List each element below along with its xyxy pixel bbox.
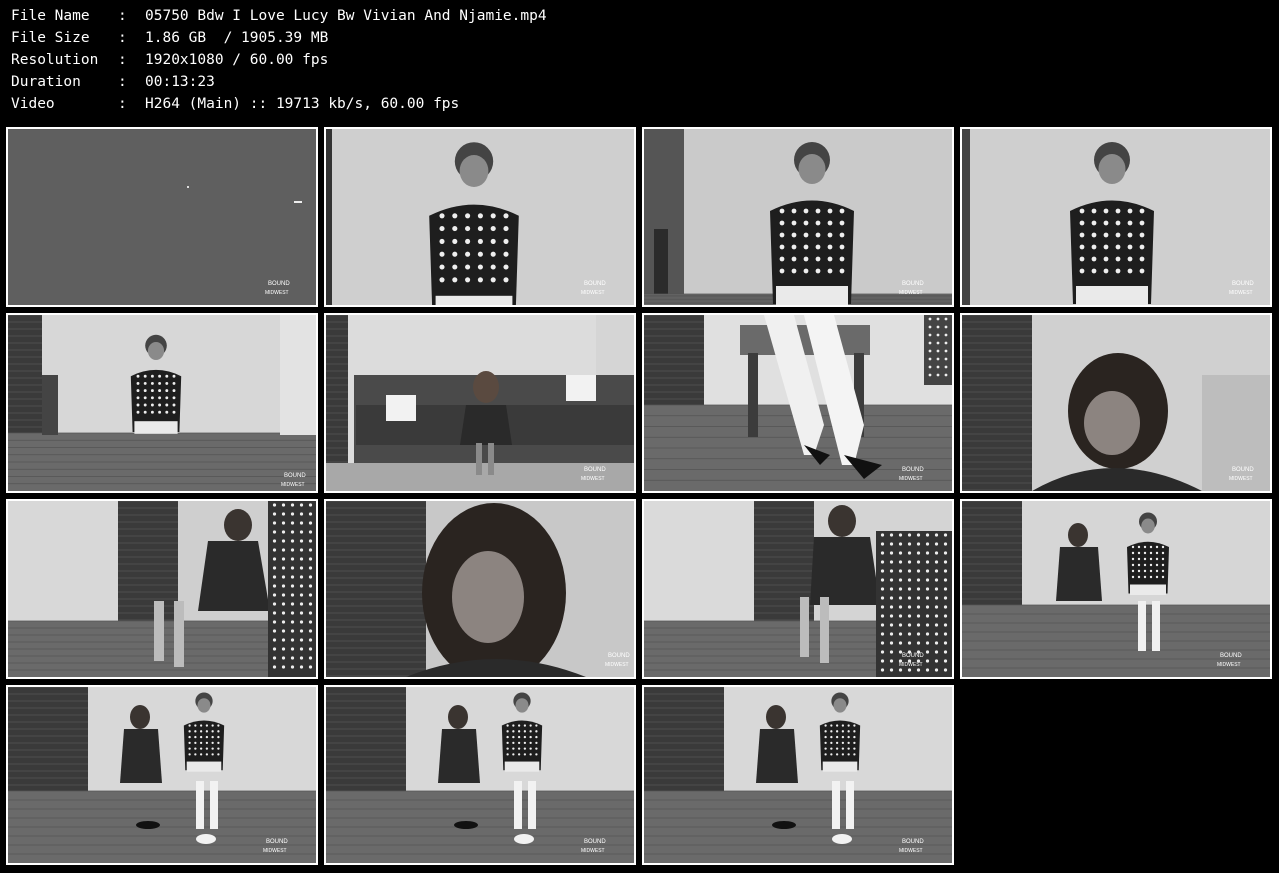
video-thumbnail: BOUND MIDWEST xyxy=(324,685,636,865)
thumbnail-frame-image: BOUND MIDWEST xyxy=(326,129,634,305)
svg-text:MIDWEST: MIDWEST xyxy=(281,482,305,488)
svg-text:MIDWEST: MIDWEST xyxy=(899,476,923,482)
svg-text:MIDWEST: MIDWEST xyxy=(899,290,923,296)
svg-text:BOUND: BOUND xyxy=(608,653,630,659)
svg-text:MIDWEST: MIDWEST xyxy=(899,848,923,854)
thumbnail-frame-image: BOUND MIDWEST xyxy=(644,687,952,863)
svg-text:BOUND: BOUND xyxy=(902,281,924,287)
video-thumbnail: BOUND MIDWEST xyxy=(6,313,318,493)
svg-text:BOUND: BOUND xyxy=(1232,467,1254,473)
video-thumbnail: BOUND MIDWEST xyxy=(642,313,954,493)
svg-text:BOUND: BOUND xyxy=(1232,281,1254,287)
info-row-file-size: File Size : 1.86 GB / 1905.39 MB xyxy=(11,27,547,49)
thumbnail-frame-image: BOUND MIDWEST xyxy=(962,501,1270,677)
video-thumbnail: BOUND MIDWEST xyxy=(960,499,1272,679)
svg-text:MIDWEST: MIDWEST xyxy=(581,290,605,296)
svg-text:MIDWEST: MIDWEST xyxy=(1217,662,1241,668)
svg-text:BOUND: BOUND xyxy=(1220,653,1242,659)
info-separator: : xyxy=(118,8,127,24)
thumbnail-frame-image: BOUND MIDWEST xyxy=(8,129,316,305)
svg-text:BOUND: BOUND xyxy=(902,839,924,845)
video-thumbnail: BOUND MIDWEST xyxy=(324,127,636,307)
info-label: File Name xyxy=(11,8,90,24)
svg-text:BOUND: BOUND xyxy=(584,839,606,845)
thumbnail-frame-image: BOUND MIDWEST xyxy=(8,687,316,863)
thumbnail-frame-image: BOUND MIDWEST xyxy=(326,687,634,863)
info-row-video: Video : H264 (Main) :: 19713 kb/s, 60.00… xyxy=(11,93,547,115)
info-label: Duration xyxy=(11,74,81,90)
info-row-resolution: Resolution : 1920x1080 / 60.00 fps xyxy=(11,49,547,71)
svg-text:BOUND: BOUND xyxy=(902,653,924,659)
svg-text:BOUND: BOUND xyxy=(266,839,288,845)
thumbnail-frame-image: BOUND MIDWEST xyxy=(962,315,1270,491)
svg-text:MIDWEST: MIDWEST xyxy=(605,662,629,668)
svg-text:BOUND: BOUND xyxy=(902,467,924,473)
info-value: 1920x1080 / 60.00 fps xyxy=(145,52,329,68)
thumbnail-frame-image: BOUND MIDWEST xyxy=(962,129,1270,305)
video-thumbnail: BOUND MIDWEST xyxy=(6,127,318,307)
svg-text:BOUND: BOUND xyxy=(268,281,290,287)
svg-text:MIDWEST: MIDWEST xyxy=(1229,290,1253,296)
media-info-panel: File Name : 05750 Bdw I Love Lucy Bw Viv… xyxy=(11,5,547,115)
thumbnail-grid: BOUND MIDWEST BOUND MIDWEST BOUND MIDWEST B… xyxy=(4,125,1277,869)
info-row-duration: Duration : 00:13:23 xyxy=(11,71,547,93)
contact-sheet: File Name : 05750 Bdw I Love Lucy Bw Viv… xyxy=(0,0,1279,873)
video-thumbnail: BOUND MIDWEST xyxy=(960,127,1272,307)
info-label: File Size xyxy=(11,30,90,46)
info-value: 05750 Bdw I Love Lucy Bw Vivian And Njam… xyxy=(145,8,547,24)
thumbnail-frame-image xyxy=(8,501,316,677)
svg-text:BOUND: BOUND xyxy=(584,281,606,287)
info-separator: : xyxy=(118,52,127,68)
info-value: H264 (Main) :: 19713 kb/s, 60.00 fps xyxy=(145,96,460,112)
info-value: 1.86 GB / 1905.39 MB xyxy=(145,30,329,46)
svg-text:BOUND: BOUND xyxy=(584,467,606,473)
info-separator: : xyxy=(118,30,127,46)
svg-text:BOUND: BOUND xyxy=(284,473,306,479)
svg-text:MIDWEST: MIDWEST xyxy=(581,476,605,482)
thumbnail-frame-image: BOUND MIDWEST xyxy=(644,129,952,305)
thumbnail-frame-image: BOUND MIDWEST xyxy=(8,315,316,491)
info-label: Resolution xyxy=(11,52,99,68)
svg-text:MIDWEST: MIDWEST xyxy=(1229,476,1253,482)
info-value: 00:13:23 xyxy=(145,74,215,90)
info-label: Video xyxy=(11,96,55,112)
video-thumbnail: BOUND MIDWEST xyxy=(642,127,954,307)
video-thumbnail xyxy=(6,499,318,679)
info-separator: : xyxy=(118,96,127,112)
thumbnail-frame-image: BOUND MIDWEST xyxy=(644,315,952,491)
video-thumbnail: BOUND MIDWEST xyxy=(324,499,636,679)
info-row-file-name: File Name : 05750 Bdw I Love Lucy Bw Viv… xyxy=(11,5,547,27)
thumbnail-frame-image: BOUND MIDWEST xyxy=(326,315,634,491)
thumbnail-frame-image: BOUND MIDWEST xyxy=(644,501,952,677)
svg-text:MIDWEST: MIDWEST xyxy=(265,290,289,296)
svg-text:MIDWEST: MIDWEST xyxy=(581,848,605,854)
svg-text:MIDWEST: MIDWEST xyxy=(263,848,287,854)
video-thumbnail: BOUND MIDWEST xyxy=(6,685,318,865)
thumbnail-frame-image: BOUND MIDWEST xyxy=(326,501,634,677)
video-thumbnail: BOUND MIDWEST xyxy=(960,313,1272,493)
video-thumbnail: BOUND MIDWEST xyxy=(642,499,954,679)
info-separator: : xyxy=(118,74,127,90)
video-thumbnail: BOUND MIDWEST xyxy=(642,685,954,865)
video-thumbnail: BOUND MIDWEST xyxy=(324,313,636,493)
svg-text:MIDWEST: MIDWEST xyxy=(899,662,923,668)
